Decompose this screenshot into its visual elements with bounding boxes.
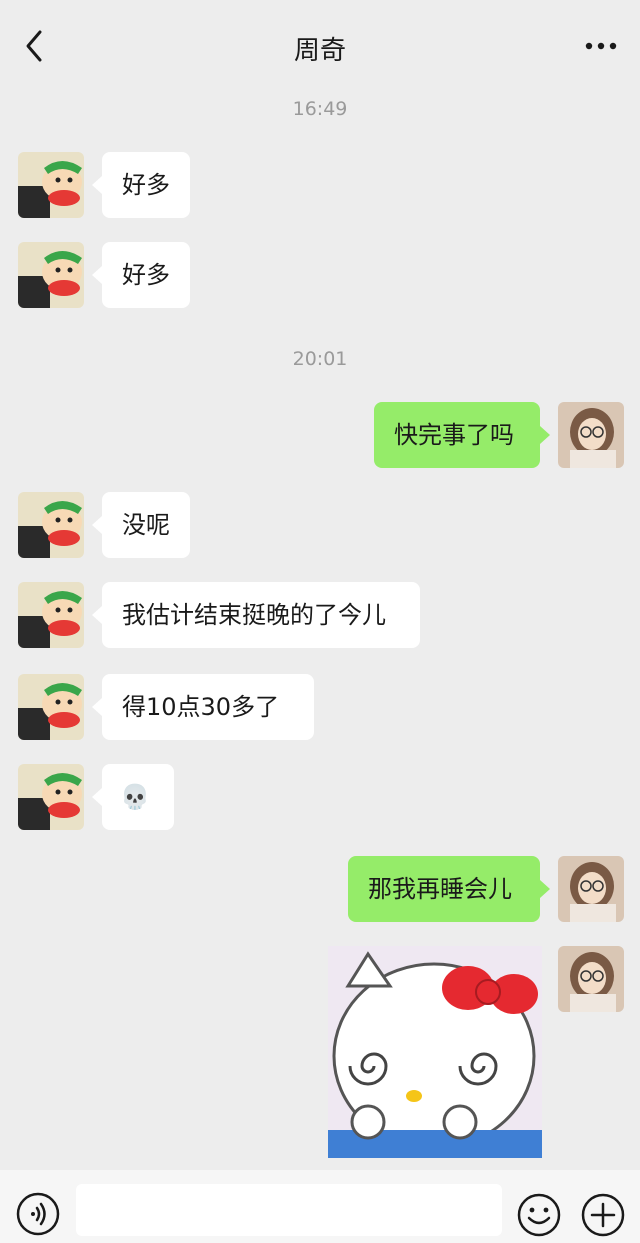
chat-header: 周奇 [0,0,640,92]
voice-icon [16,1192,60,1236]
message-bubble-incoming[interactable]: 💀 [92,764,174,830]
hello-kitty-dizzy-sticker [328,946,542,1158]
contact-avatar[interactable] [18,582,84,648]
message-bubble-outgoing[interactable]: 快完事了吗 [374,402,550,468]
contact-avatar[interactable] [18,492,84,558]
self-avatar[interactable] [558,946,624,1012]
more-functions-button[interactable] [580,1192,626,1238]
message-input[interactable] [76,1184,502,1236]
more-button[interactable] [584,36,618,56]
cartoon-avatar-icon [18,152,84,218]
cartoon-avatar-icon [18,492,84,558]
sticker-message[interactable] [328,946,542,1158]
cartoon-avatar-icon [18,582,84,648]
message-bubble-incoming[interactable]: 我估计结束挺晚的了今儿 [92,582,420,648]
cartoon-avatar-icon [18,764,84,830]
girl-photo-avatar-icon [558,856,624,922]
chat-title: 周奇 [293,36,346,66]
cartoon-avatar-icon [18,674,84,740]
emoji-icon [517,1193,561,1237]
message-bubble-incoming[interactable]: 好多 [92,242,190,308]
skull-emoji: 💀 [120,783,150,811]
timestamp: 16:49 [292,98,348,120]
emoji-button[interactable] [516,1192,562,1238]
message-bubble-outgoing[interactable]: 那我再睡会儿 [348,856,550,922]
girl-photo-avatar-icon [558,946,624,1012]
ellipsis-icon [585,42,617,50]
message-bubble-incoming[interactable]: 得10点30多了 [92,674,314,740]
plus-icon [581,1193,625,1237]
self-avatar[interactable] [558,402,624,468]
input-bar [0,1170,640,1243]
cartoon-avatar-icon [18,242,84,308]
timestamp: 20:01 [292,348,348,370]
self-avatar[interactable] [558,856,624,922]
girl-photo-avatar-icon [558,402,624,468]
voice-button[interactable] [16,1192,60,1236]
contact-avatar[interactable] [18,152,84,218]
contact-avatar[interactable] [18,674,84,740]
message-bubble-incoming[interactable]: 没呢 [92,492,190,558]
contact-avatar[interactable] [18,242,84,308]
message-bubble-incoming[interactable]: 好多 [92,152,190,218]
contact-avatar[interactable] [18,764,84,830]
